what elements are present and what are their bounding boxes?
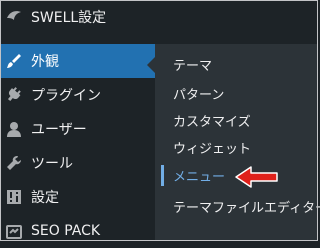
seo-pack-icon [5,222,23,240]
sidebar-item-plugins[interactable]: プラグイン [0,78,155,112]
submenu-item-label: テーマファイルエディター [173,201,320,216]
submenu-item-label: ウィジェット [173,142,252,157]
submenu-item-patterns[interactable]: パターン [155,79,318,108]
sidebar-item-label: SEO PACK [31,223,101,239]
submenu-item-theme-file-editor[interactable]: テーマファイルエディター [155,192,320,221]
submenu-item-customize[interactable]: カスタマイズ [155,106,318,135]
focus-indicator [161,165,164,186]
sidebar-item-label: プラグイン [31,88,101,104]
sidebar-item-appearance[interactable]: 外観 [0,44,155,78]
sidebar-item-settings[interactable]: 設定 [0,180,155,214]
submenu-item-label: テーマ [173,59,213,74]
admin-sidebar-menu: SWELL設定 外観 プラグイン ユーザー ツール 設定 SEO PACK [0,0,155,241]
sidebar-item-label: 設定 [31,190,59,206]
sidebar-item-label: ツール [31,156,73,172]
sidebar-item-tools[interactable]: ツール [0,146,155,180]
sidebar-item-label: ユーザー [31,122,87,138]
settings-icon [5,188,23,206]
sidebar-item-label: SWELL設定 [31,10,107,26]
paintbrush-icon [5,52,23,70]
sidebar-item-label: 外観 [31,54,59,70]
plug-icon [5,86,23,104]
sidebar-item-users[interactable]: ユーザー [0,112,155,146]
submenu-item-label: メニュー [173,170,226,185]
submenu-item-widgets[interactable]: ウィジェット [155,133,318,162]
submenu-item-themes[interactable]: テーマ [155,50,318,79]
sidebar-item-swell-settings[interactable]: SWELL設定 [0,0,155,34]
submenu-item-label: パターン [173,88,225,103]
submenu-item-label: カスタマイズ [173,115,251,130]
submenu-pointer [147,57,155,73]
user-icon [5,120,23,138]
appearance-submenu: テーマ パターン カスタマイズ ウィジェット メニュー テーマファイルエディター [155,44,320,241]
wrench-icon [5,154,23,172]
annotation-arrow-icon [235,166,278,188]
sidebar-item-seo-pack[interactable]: SEO PACK [0,214,155,248]
swell-icon [5,8,23,26]
